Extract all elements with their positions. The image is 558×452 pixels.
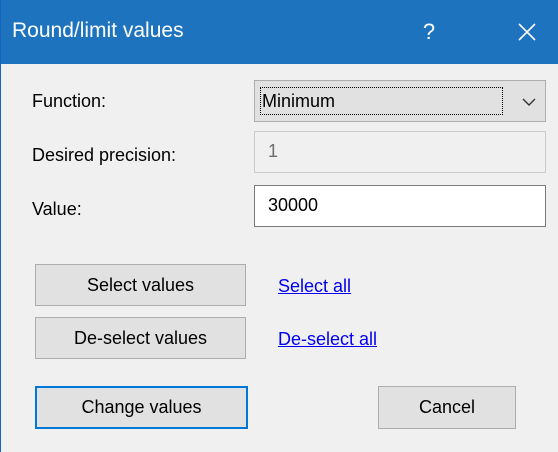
value-text: 30000 (268, 195, 319, 215)
dialog-title: Round/limit values (12, 19, 184, 42)
precision-label: Desired precision: (32, 145, 177, 165)
close-button[interactable] (497, 0, 557, 64)
deselect-values-button[interactable]: De-select values (35, 317, 246, 359)
precision-value: 1 (268, 141, 279, 161)
value-input[interactable]: 30000 (254, 185, 546, 227)
function-dropdown[interactable]: Minimum (254, 80, 546, 122)
chevron-down-icon (522, 98, 536, 106)
function-label: Function: (32, 91, 107, 111)
round-limit-dialog: Round/limit values ? Function: Minimum D… (0, 0, 558, 452)
select-all-link[interactable]: Select all (278, 276, 351, 297)
close-icon (518, 23, 536, 41)
cancel-button[interactable]: Cancel (378, 386, 516, 429)
change-values-button[interactable]: Change values (35, 386, 248, 429)
value-label: Value: (32, 199, 82, 219)
select-values-button[interactable]: Select values (35, 264, 246, 306)
precision-input[interactable]: 1 (254, 131, 546, 173)
title-bar[interactable]: Round/limit values ? (1, 0, 558, 64)
help-button[interactable]: ? (399, 0, 459, 64)
deselect-all-link[interactable]: De-select all (278, 329, 377, 350)
function-selected-value: Minimum (262, 91, 336, 111)
